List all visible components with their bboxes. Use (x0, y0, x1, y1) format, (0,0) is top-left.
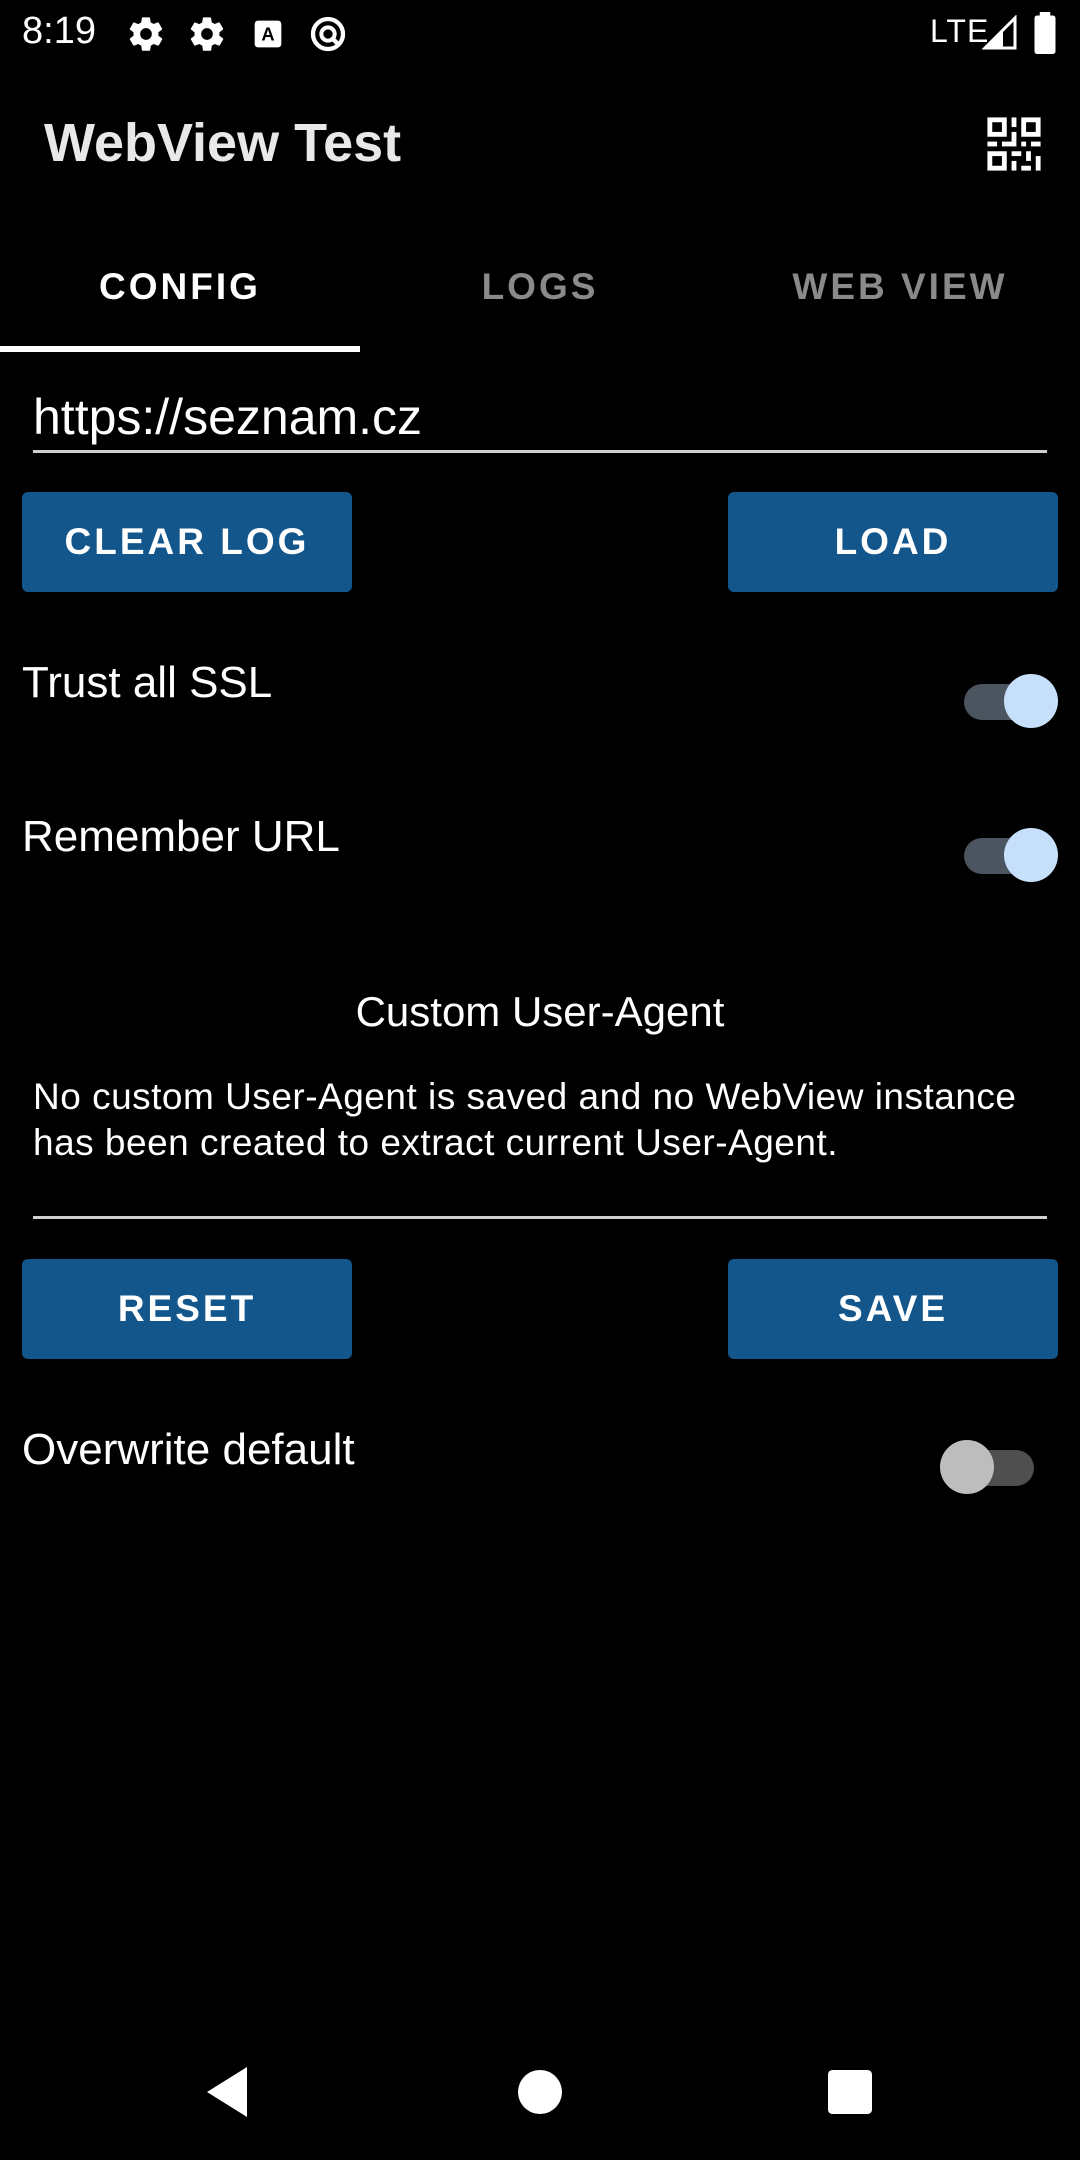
clear-log-button[interactable]: CLEAR LOG (22, 492, 352, 592)
trust-ssl-label: Trust all SSL (22, 658, 273, 707)
save-button[interactable]: SAVE (728, 1259, 1058, 1359)
tab-config[interactable]: CONFIG (0, 266, 360, 308)
url-input[interactable]: https://seznam.cz (33, 382, 1047, 452)
remember-url-label: Remember URL (22, 812, 340, 861)
user-agent-heading: Custom User-Agent (355, 988, 725, 1035)
remember-url-switch[interactable] (960, 820, 1060, 882)
app-title: WebView Test (44, 113, 402, 173)
vpn-icon (310, 16, 346, 52)
back-icon[interactable] (202, 2060, 252, 2124)
svg-text:A: A (261, 24, 274, 45)
url-input-underline (33, 450, 1047, 453)
network-type: LTE (930, 13, 990, 49)
trust-ssl-switch[interactable] (960, 666, 1060, 728)
tab-web-view[interactable]: WEB VIEW (720, 266, 1080, 308)
load-button[interactable]: LOAD (728, 492, 1058, 592)
home-icon[interactable] (518, 2070, 562, 2114)
reset-button[interactable]: RESET (22, 1259, 352, 1359)
settings-icon (190, 17, 224, 51)
status-time: 8:19 (22, 10, 96, 52)
tab-logs[interactable]: LOGS (360, 266, 720, 308)
overwrite-default-label: Overwrite default (22, 1425, 355, 1474)
battery-icon (1034, 12, 1056, 54)
signal-icon (982, 15, 1017, 50)
user-agent-input[interactable]: No custom User-Agent is saved and no Web… (33, 1074, 1033, 1166)
settings-icon (129, 17, 163, 51)
url-input-value: https://seznam.cz (33, 389, 423, 445)
recents-icon[interactable] (828, 2070, 872, 2114)
tab-indicator (0, 346, 360, 352)
keyboard-a-icon: A (254, 20, 282, 48)
user-agent-underline (33, 1216, 1047, 1219)
qr-code-icon[interactable] (985, 115, 1043, 173)
overwrite-default-switch[interactable] (940, 1432, 1044, 1494)
